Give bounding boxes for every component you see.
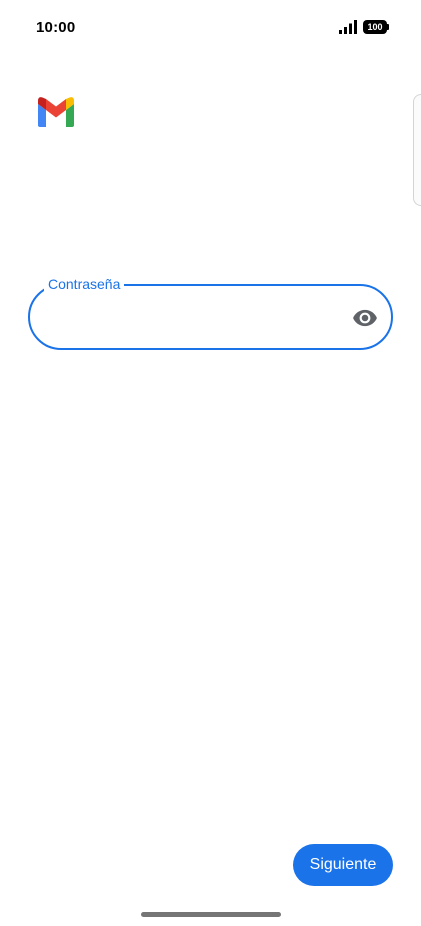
edge-panel-handle[interactable] xyxy=(413,94,421,206)
password-input[interactable] xyxy=(48,298,342,338)
next-button[interactable]: Siguiente xyxy=(293,844,393,886)
status-bar: 10:00 100 xyxy=(0,0,421,56)
eye-icon[interactable] xyxy=(352,305,378,331)
password-field[interactable]: Contraseña xyxy=(28,275,393,350)
signal-icon xyxy=(339,20,359,34)
battery-tip xyxy=(387,24,389,30)
battery-level: 100 xyxy=(363,20,387,34)
home-indicator[interactable] xyxy=(141,912,281,917)
password-label: Contraseña xyxy=(44,275,125,293)
battery-icon: 100 xyxy=(363,20,390,34)
gmail-logo-icon xyxy=(36,96,76,128)
status-time: 10:00 xyxy=(36,19,76,36)
